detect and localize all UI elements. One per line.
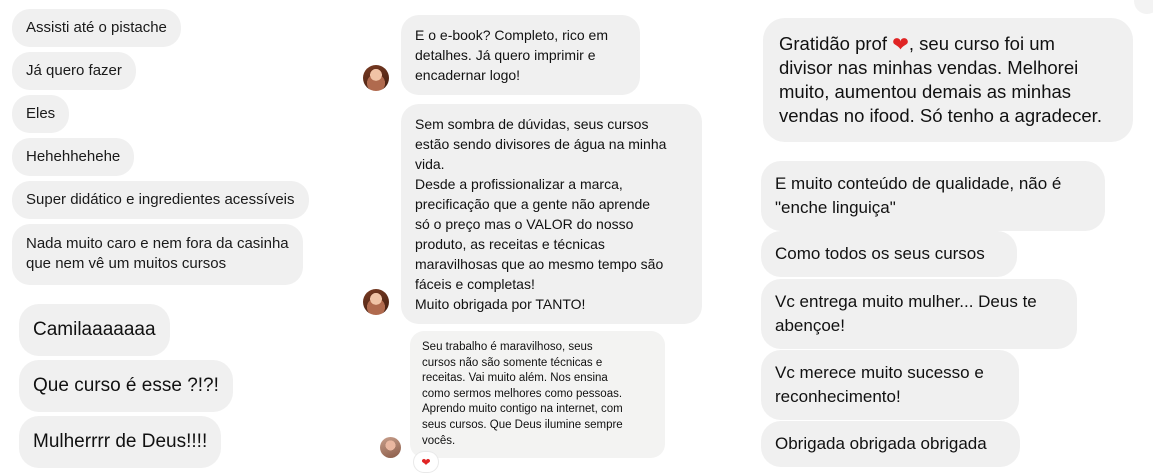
message-line: como sermos melhores como pessoas. [422, 387, 623, 400]
message-line: E o e-book? Completo, rico em [415, 27, 608, 43]
message-bubble: E muito conteúdo de qualidade, não é "en… [761, 161, 1105, 231]
message-line: maravilhosas que ao mesmo tempo são [415, 256, 664, 272]
message-line: "enche linguiça" [775, 198, 896, 217]
message-bubble: Hehehhehehe [12, 138, 135, 176]
message-bubble: Eles [12, 95, 70, 133]
message-bubble-multiline: Nada muito caro e nem fora da casinha qu… [12, 224, 303, 285]
message-bubble: Assisti até o pistache [12, 9, 181, 47]
message-text: , seu curso foi um [908, 33, 1055, 54]
message-line: fáceis e completas! [415, 276, 535, 292]
message-bubble: Mulherrrr de Deus!!!! [19, 416, 222, 468]
message-line: Sem sombra de dúvidas, seus cursos [415, 116, 649, 132]
message-line: Desde a profissionalizar a marca, [415, 176, 623, 192]
message-line: vocês. [422, 434, 456, 447]
avatar [1134, 0, 1153, 14]
message-line: receitas. Vai muito além. Nos ensina [422, 372, 608, 385]
message-line: Vc merece muito sucesso e [775, 363, 984, 382]
message-line: abençoe! [775, 316, 845, 335]
message-bubble: Vc entrega muito mulher... Deus te abenç… [761, 279, 1077, 349]
message-bubble: Que curso é esse ?!?! [19, 360, 233, 412]
message-line: cursos não são somente técnicas e [422, 356, 603, 369]
message-line: encadernar logo! [415, 67, 521, 83]
message-line: Muito obrigada por TANTO! [415, 296, 586, 312]
message-bubble: Gratidão prof ❤, seu curso foi um diviso… [763, 18, 1133, 142]
message-line: Obrigada obrigada obrigada [775, 434, 987, 453]
message-line: E muito conteúdo de qualidade, não é [775, 174, 1062, 193]
message-line: seus cursos. Que Deus ilumine sempre [422, 418, 623, 431]
message-bubble: Já quero fazer [12, 52, 136, 90]
message-bubble: Camilaaaaaaa [19, 304, 170, 356]
message-bubble: Super didático e ingredientes acessíveis [12, 181, 309, 219]
message-line: que nem vê um muitos cursos [26, 255, 227, 272]
message-line: precificação que a gente não aprende [415, 196, 651, 212]
message-bubble: Como todos os seus cursos [761, 231, 1017, 277]
message-bubble: Vc merece muito sucesso e reconhecimento… [761, 350, 1019, 420]
message-line: produto, as receitas e técnicas [415, 236, 605, 252]
message-line: vendas no ifood. Só tenho a agradecer. [779, 105, 1102, 126]
message-line: só o preço mas o VALOR do nosso [415, 216, 634, 232]
message-line: vida. [415, 156, 445, 172]
message-bubble: Obrigada obrigada obrigada [761, 421, 1020, 467]
message-line: muito, aumentou demais as minhas [779, 81, 1072, 102]
message-line: Como todos os seus cursos [775, 244, 985, 263]
message-bubble: Sem sombra de dúvidas, seus cursos estão… [401, 104, 702, 324]
sender-avatar[interactable] [363, 289, 389, 315]
message-line: Vc entrega muito mulher... Deus te [775, 292, 1037, 311]
sender-avatar[interactable] [363, 65, 389, 91]
message-line: Aprendo muito contigo na internet, com [422, 403, 623, 416]
heart-emoji-icon: ❤ [892, 32, 909, 56]
sender-avatar[interactable] [380, 437, 401, 458]
heart-reaction-icon[interactable]: ❤ [414, 452, 438, 472]
message-line: detalhes. Já quero imprimir e [415, 47, 596, 63]
message-line: Seu trabalho é maravilhoso, seus [422, 341, 593, 353]
message-bubble: E o e-book? Completo, rico em detalhes. … [401, 15, 640, 95]
message-line: reconhecimento! [775, 387, 901, 406]
message-line: estão sendo divisores de água na minha [415, 136, 667, 152]
message-text: Gratidão prof [779, 33, 893, 54]
message-line: Gratidão prof ❤, seu curso foi um [779, 32, 1117, 56]
message-line: divisor nas minhas vendas. Melhorei [779, 57, 1079, 78]
message-line: Nada muito caro e nem fora da casinha [26, 235, 289, 252]
message-bubble: Seu trabalho é maravilhoso, seus cursos … [410, 331, 665, 459]
